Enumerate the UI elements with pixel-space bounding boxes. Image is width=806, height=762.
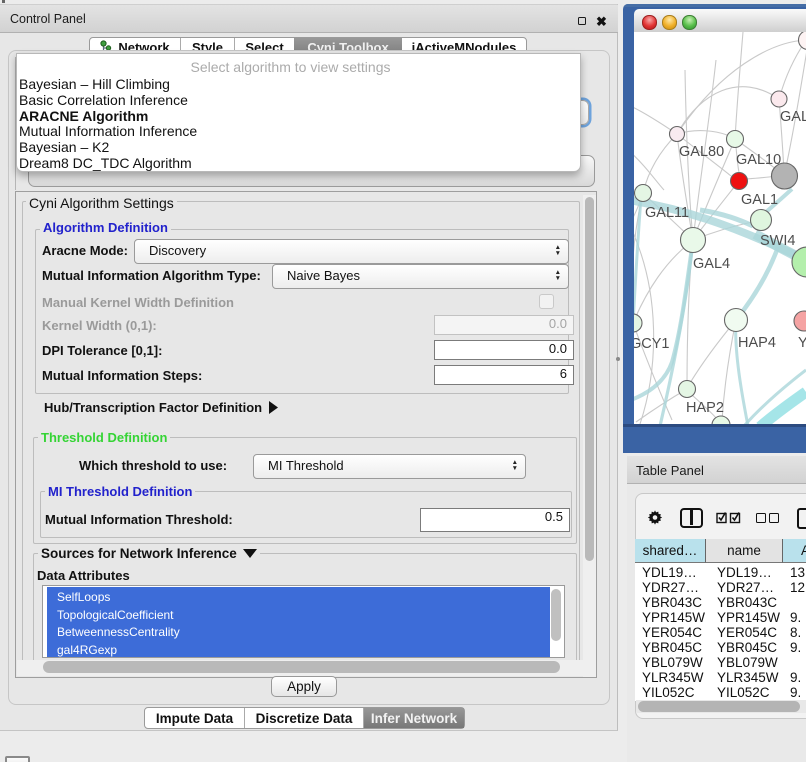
svg-text:GAL7: GAL7 [780, 109, 806, 125]
svg-text:HAP2: HAP2 [686, 400, 724, 416]
svg-text:GAL4: GAL4 [693, 256, 730, 272]
svg-text:Y: Y [798, 335, 806, 351]
svg-text:HAP4: HAP4 [738, 335, 776, 351]
svg-text:GAL10: GAL10 [736, 152, 781, 168]
svg-text:GCY1: GCY1 [634, 336, 670, 352]
svg-text:GAL1: GAL1 [741, 192, 778, 208]
svg-text:SWI4: SWI4 [760, 233, 795, 249]
svg-text:GAL80: GAL80 [679, 144, 724, 160]
svg-text:GAL11: GAL11 [645, 205, 689, 221]
